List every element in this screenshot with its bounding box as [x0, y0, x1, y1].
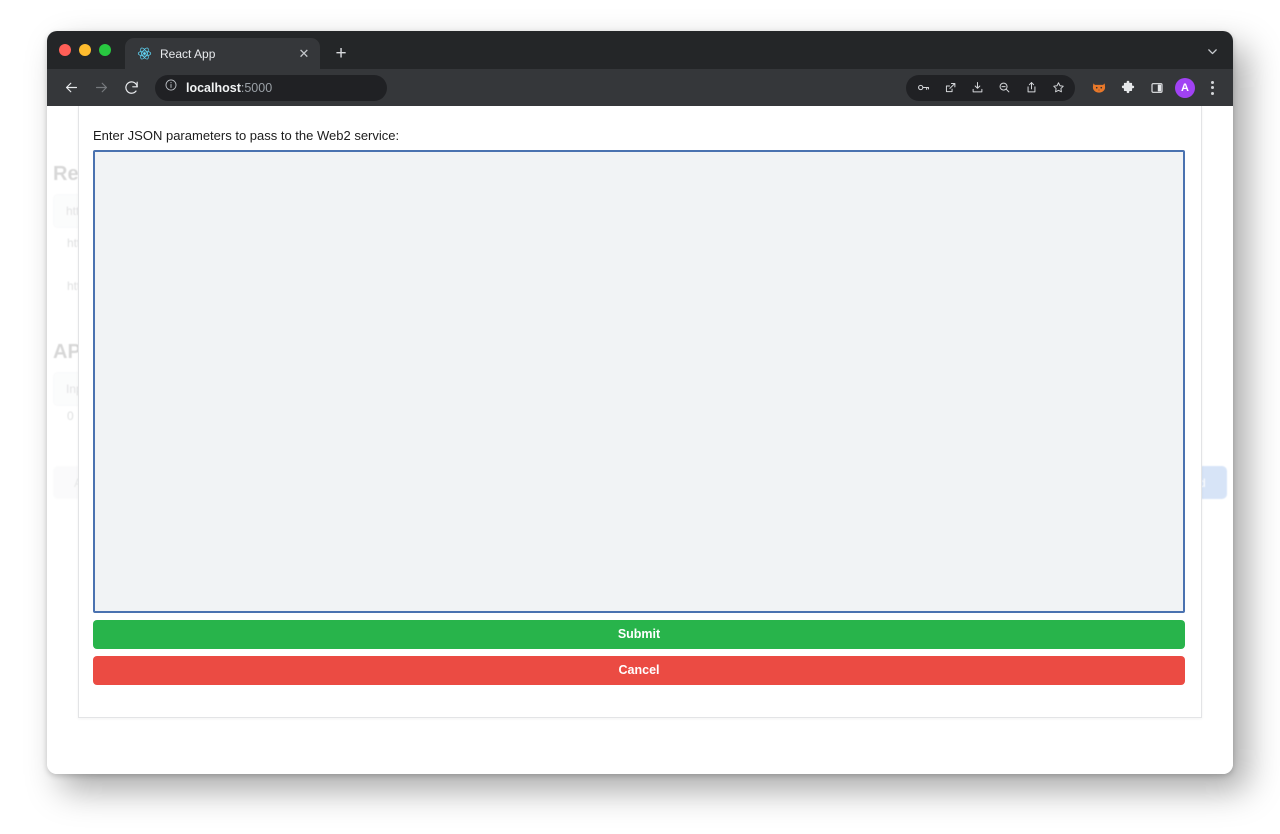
- address-port: :5000: [240, 80, 273, 95]
- cancel-button[interactable]: Cancel: [93, 655, 1185, 685]
- close-tab-icon[interactable]: ✕: [296, 46, 312, 62]
- api-row-value: 0: [67, 409, 74, 423]
- modal-label: Enter JSON parameters to pass to the Web…: [93, 128, 400, 143]
- extension-icon-group: [1086, 75, 1170, 101]
- browser-tab[interactable]: React App ✕: [125, 38, 320, 69]
- key-icon[interactable]: [910, 75, 936, 101]
- maximize-window-button[interactable]: [99, 44, 111, 56]
- tab-title: React App: [160, 46, 216, 61]
- close-window-button[interactable]: [59, 44, 71, 56]
- side-panel-icon[interactable]: [1144, 75, 1170, 101]
- forward-arrow-icon[interactable]: [87, 74, 115, 102]
- back-arrow-icon[interactable]: [57, 74, 85, 102]
- open-in-new-icon[interactable]: [937, 75, 963, 101]
- chevron-down-icon[interactable]: [1206, 45, 1219, 61]
- address-bar[interactable]: localhost:5000: [155, 74, 387, 101]
- star-bookmark-icon[interactable]: [1045, 75, 1071, 101]
- toolbar-action-group: [906, 74, 1075, 101]
- browser-window: React App ✕ + localhost:5000 A API 0 Ent…: [47, 31, 1233, 774]
- address-bar-text: localhost:5000: [186, 81, 272, 95]
- zoom-out-icon[interactable]: [991, 75, 1017, 101]
- tab-strip: React App ✕ +: [47, 31, 1233, 69]
- download-icon[interactable]: [964, 75, 990, 101]
- info-circle-icon[interactable]: [164, 78, 178, 97]
- page-viewport: Hello, hello! Recent requests https:// h…: [47, 106, 1233, 774]
- browser-toolbar: localhost:5000 A: [47, 69, 1233, 106]
- json-parameters-modal: Enter JSON parameters to pass to the Web…: [78, 106, 1202, 718]
- address-host: localhost: [186, 80, 241, 95]
- json-parameters-textarea[interactable]: [93, 149, 1185, 613]
- puzzle-extensions-icon[interactable]: [1115, 75, 1141, 101]
- avatar[interactable]: A: [1175, 77, 1195, 98]
- react-logo-icon: [137, 46, 152, 61]
- new-tab-button[interactable]: +: [327, 39, 355, 67]
- share-icon[interactable]: [1018, 75, 1044, 101]
- window-traffic-lights: [59, 31, 125, 69]
- fox-extension-icon[interactable]: [1086, 75, 1112, 101]
- minimize-window-button[interactable]: [79, 44, 91, 56]
- kebab-menu-icon[interactable]: [1200, 75, 1224, 101]
- reload-icon[interactable]: [117, 74, 145, 102]
- submit-button[interactable]: Submit: [93, 619, 1185, 649]
